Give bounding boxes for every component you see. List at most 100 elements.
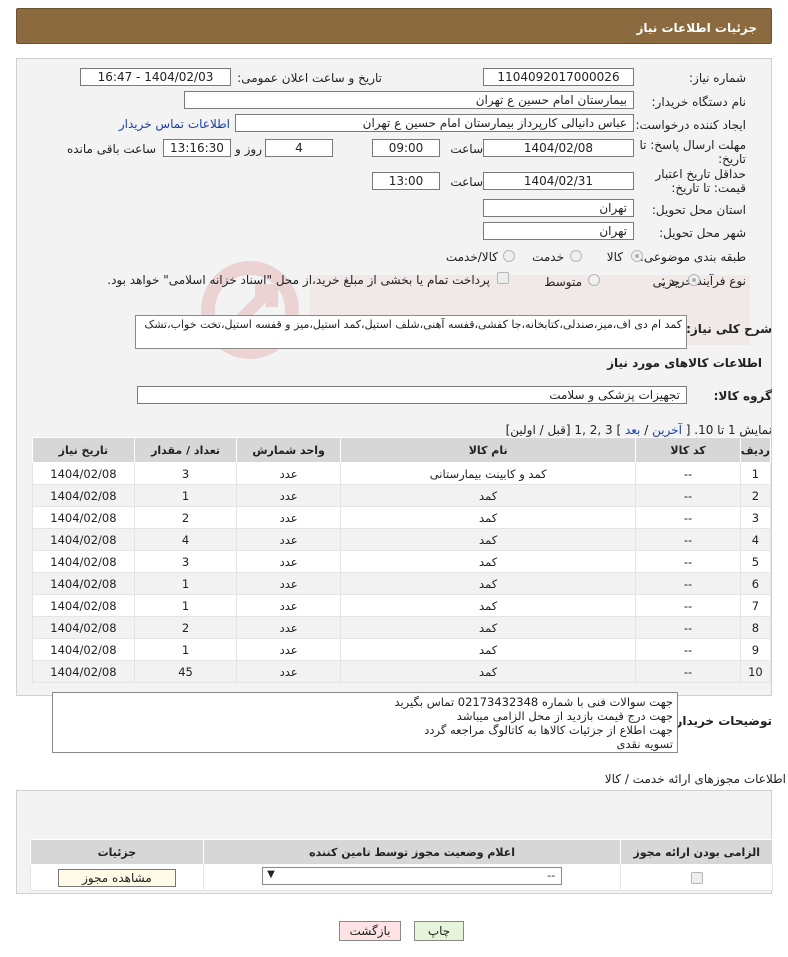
days-field: 4	[265, 139, 333, 157]
permit-status-value: --	[547, 869, 556, 882]
permit-required-checkbox[interactable]	[690, 872, 703, 884]
cell-row: 2	[739, 484, 772, 507]
permit-col-details: جزئیات	[30, 839, 204, 865]
cell-unit: عدد	[236, 550, 341, 573]
category-radio-goods[interactable]	[631, 250, 643, 262]
cell-qty: 3	[133, 462, 238, 485]
buyer-notes-text[interactable]: جهت سوالات فنی با شماره 02173432348 تماس…	[52, 692, 678, 753]
validity-date-field: 1404/02/31	[483, 172, 634, 190]
pagination-pages[interactable]: ] 3 ,2 ,1	[574, 423, 621, 437]
view-permit-button[interactable]: مشاهده مجوز	[57, 868, 176, 887]
cell-name: کمد و کابینت بیمارستانی	[339, 462, 637, 485]
reply-time-label: ساعت	[450, 142, 483, 156]
pagination-last[interactable]: آخرین	[652, 423, 682, 437]
city-label: شهر محل تحویل:	[659, 226, 746, 240]
province-label: استان محل تحویل:	[651, 203, 746, 217]
col-date: تاریخ نیاز	[32, 437, 135, 463]
cell-code: --	[635, 594, 741, 617]
cell-date: 1404/02/08	[32, 550, 135, 573]
pagination-next[interactable]: بعد	[625, 423, 640, 437]
cell-name: کمد	[339, 616, 637, 639]
cell-date: 1404/02/08	[32, 594, 135, 617]
goods-group-field: تجهیزات پزشکی و سلامت	[137, 386, 687, 404]
cell-unit: عدد	[236, 484, 341, 507]
process-radio-minor[interactable]	[688, 274, 700, 286]
cell-qty: 1	[133, 484, 238, 507]
cell-qty: 3	[133, 550, 238, 573]
pagination-sep: /	[640, 423, 653, 437]
creator-field: عباس دانیالی کارپرداز بیمارستان امام حسی…	[235, 114, 634, 132]
category-option-goods: کالا	[606, 250, 623, 264]
payment-note: پرداخت تمام یا بخشی از مبلغ خرید،از محل …	[107, 273, 490, 287]
cell-qty: 2	[133, 616, 238, 639]
table-row: 6 -- کمد عدد 1 1404/02/08	[32, 572, 772, 595]
treasury-checkbox[interactable]	[497, 272, 509, 284]
cell-qty: 1	[133, 572, 238, 595]
print-button[interactable]: چاپ	[414, 921, 464, 941]
pagination-text: نمایش 1 تا 10. [	[685, 423, 772, 437]
chevron-down-icon: ▼	[267, 869, 275, 880]
cell-code: --	[635, 462, 741, 485]
announce-label: تاریخ و ساعت اعلان عمومی:	[237, 71, 382, 85]
cell-unit: عدد	[236, 506, 341, 529]
buyer-contact-link[interactable]: اطلاعات تماس خریدار	[119, 117, 230, 131]
category-option-service: خدمت	[532, 250, 564, 264]
summary-text[interactable]: کمد ام دی اف،میز،صندلی،کتابخانه،جا کفشی،…	[135, 315, 687, 349]
process-radio-medium[interactable]	[588, 274, 600, 286]
need-number-label: شماره نیاز:	[689, 71, 746, 85]
permits-title: اطلاعات مجوزهای ارائه خدمت / کالا	[604, 772, 786, 786]
validity-time-field: 13:00	[372, 172, 440, 190]
category-option-both: کالا/خدمت	[445, 250, 498, 264]
buyer-org-field: بیمارستان امام حسین ع تهران	[184, 91, 634, 109]
pagination-prev-first: [قبل / اولین]	[505, 423, 571, 437]
back-button[interactable]: بازگشت	[339, 921, 401, 941]
cell-name: کمد	[339, 660, 637, 683]
pagination: نمایش 1 تا 10. [ آخرین / بعد ] 3 ,2 ,1 […	[506, 423, 772, 437]
cell-name: کمد	[339, 528, 637, 551]
cell-unit: عدد	[236, 660, 341, 683]
cell-unit: عدد	[236, 528, 341, 551]
permits-table: الزامی بودن ارائه مجوز اعلام وضعیت مجوز …	[30, 839, 773, 891]
province-field: تهران	[483, 199, 634, 217]
permit-status-select[interactable]: ▼ --	[262, 867, 563, 885]
process-option-minor: جزیی	[652, 275, 680, 289]
validity-label: حداقل تاریخ اعتبار قیمت: تا تاریخ:	[655, 167, 746, 195]
cell-qty: 45	[133, 660, 238, 683]
cell-code: --	[635, 638, 741, 661]
cell-unit: عدد	[236, 616, 341, 639]
table-row: 9 -- کمد عدد 1 1404/02/08	[32, 638, 772, 661]
validity-time-label: ساعت	[450, 175, 483, 189]
col-unit: واحد شمارش	[236, 437, 341, 463]
cell-name: کمد	[339, 594, 637, 617]
creator-label: ایجاد کننده درخواست:	[635, 118, 746, 132]
announce-field: 1404/02/03 - 16:47	[80, 68, 231, 86]
process-option-medium: متوسط	[544, 275, 582, 289]
cell-code: --	[635, 506, 741, 529]
cell-unit: عدد	[236, 638, 341, 661]
cell-row: 6	[739, 572, 772, 595]
table-row: 8 -- کمد عدد 2 1404/02/08	[32, 616, 772, 639]
cell-unit: عدد	[236, 594, 341, 617]
table-row: 5 -- کمد عدد 3 1404/02/08	[32, 550, 772, 573]
col-code: کد کالا	[635, 437, 741, 463]
table-row: 2 -- کمد عدد 1 1404/02/08	[32, 484, 772, 507]
cell-qty: 2	[133, 506, 238, 529]
page-title: جزئیات اطلاعات نیاز	[636, 21, 757, 35]
category-radio-service[interactable]	[570, 250, 582, 262]
col-qty: تعداد / مقدار	[133, 437, 238, 463]
cell-qty: 1	[133, 638, 238, 661]
table-row: 4 -- کمد عدد 4 1404/02/08	[32, 528, 772, 551]
cell-code: --	[635, 572, 741, 595]
cell-row: 8	[739, 616, 772, 639]
reply-deadline-label: مهلت ارسال پاسخ: تا تاریخ:	[639, 138, 746, 166]
cell-date: 1404/02/08	[32, 616, 135, 639]
cell-row: 1	[739, 462, 772, 485]
cell-unit: عدد	[236, 572, 341, 595]
table-row: 1 -- کمد و کابینت بیمارستانی عدد 3 1404/02/08	[32, 462, 772, 485]
cell-row: 7	[739, 594, 772, 617]
category-radio-both[interactable]	[503, 250, 515, 262]
table-row: 3 -- کمد عدد 2 1404/02/08	[32, 506, 772, 529]
goods-group-label: گروه کالا:	[713, 389, 772, 403]
city-field: تهران	[483, 222, 634, 240]
cell-name: کمد	[339, 638, 637, 661]
